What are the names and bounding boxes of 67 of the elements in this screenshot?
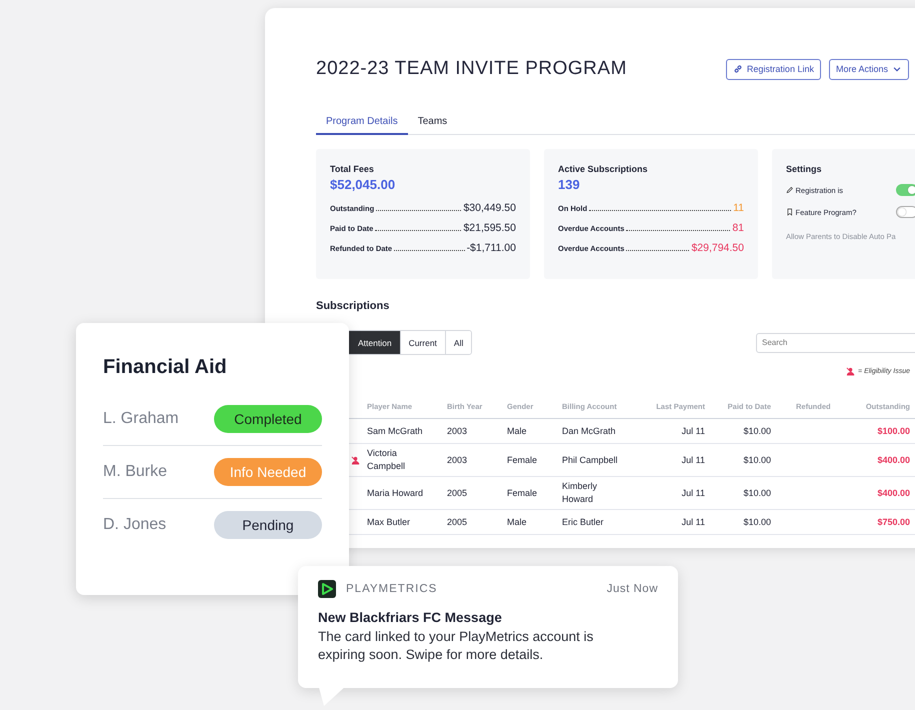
table-cell-text: Jul 11	[680, 516, 705, 528]
table-cell-text: Victoria Campbell	[367, 447, 406, 473]
tab[interactable]: Teams	[408, 112, 458, 135]
action-button[interactable]: More Actions	[828, 58, 909, 80]
person-name: L. Graham	[103, 410, 179, 428]
person-name: D. Jones	[103, 516, 166, 534]
table-cell-text: $100.00	[876, 424, 910, 438]
table-cell-text: $400.00	[876, 486, 910, 500]
table-cell-text: Max Butler	[367, 516, 412, 528]
status-badge: Completed	[214, 405, 322, 433]
table-cell-text: 2005	[447, 516, 468, 528]
table-cell-text: Eric Butler	[562, 516, 605, 528]
table-cell-text: Jul 11	[680, 454, 705, 466]
table-cell-text: Maria Howard	[367, 486, 424, 500]
stat-value: 81	[732, 222, 744, 234]
card-title: Settings	[786, 164, 823, 174]
table-cell-text: Jul 11	[680, 486, 705, 500]
page-title: 2022-23 TEAM INVITE PROGRAM	[316, 58, 627, 80]
table-cell-text: $750.00	[876, 516, 910, 528]
filter-button[interactable]: Attention	[350, 331, 400, 354]
table-cell-text: Dan McGrath	[562, 424, 617, 438]
card-title: Total Fees	[330, 164, 375, 174]
table-cell-text: $10.00	[742, 516, 771, 528]
total-value: $52,045.00	[330, 177, 396, 192]
person-slash-icon	[351, 456, 360, 464]
table-cell-text: $10.00	[742, 424, 771, 438]
filter-button[interactable]: All	[444, 331, 472, 354]
table-cell-text: $10.00	[742, 486, 771, 500]
person-name: M. Burke	[103, 463, 168, 481]
table-cell-text: Male	[507, 424, 528, 438]
action-button[interactable]: Registration Link	[726, 58, 821, 80]
table-cell-text: 2005	[447, 486, 468, 500]
tab[interactable]: Program Details	[316, 112, 408, 135]
stat-value: $30,449.50	[463, 202, 516, 214]
stat-value: 11	[733, 202, 744, 214]
notification-title: New Blackfriars FC Message	[318, 610, 503, 625]
pencil-icon	[786, 186, 794, 194]
table-cell-text: 2003	[447, 424, 468, 438]
section-title: Subscriptions	[316, 300, 390, 312]
toggle-switch[interactable]	[896, 184, 915, 196]
card-title: Active Subscriptions	[558, 164, 649, 174]
stat-value: -$1,711.00	[466, 242, 516, 254]
person-slash-icon	[846, 367, 856, 376]
toggle-switch[interactable]	[896, 206, 915, 218]
status-badge: Pending	[214, 511, 322, 539]
table-cell-text: 2003	[447, 454, 468, 466]
table-cell-text: Sam McGrath	[367, 424, 424, 438]
table-cell-text: Male	[507, 516, 528, 528]
table-cell-text: Phil Campbell	[562, 454, 619, 466]
table-cell-text: Kimberly Howard	[562, 480, 598, 506]
stat-value: $21,595.50	[463, 222, 516, 234]
stat-value: $29,794.50	[691, 242, 744, 254]
app-name: PLAYMETRICS	[346, 583, 438, 595]
bookmark-icon	[786, 208, 794, 216]
notification-body: The card linked to your PlayMetrics account is expiring soon. Swipe for more details.	[318, 628, 594, 664]
table-cell-text: $10.00	[742, 454, 771, 466]
total-value: 139	[558, 177, 581, 192]
notification-time: Just Now	[606, 583, 658, 595]
card-title: Financial Aid	[103, 356, 228, 379]
table-cell-text: Female	[507, 486, 538, 500]
status-badge: Info Needed	[214, 458, 322, 486]
link-icon	[732, 64, 743, 74]
table-cell-text: $400.00	[876, 454, 910, 466]
table-cell-text: Jul 11	[680, 424, 705, 438]
search-field[interactable]: Search	[756, 332, 915, 352]
app-logo-icon	[318, 580, 336, 598]
table-cell-text: Female	[507, 454, 538, 466]
